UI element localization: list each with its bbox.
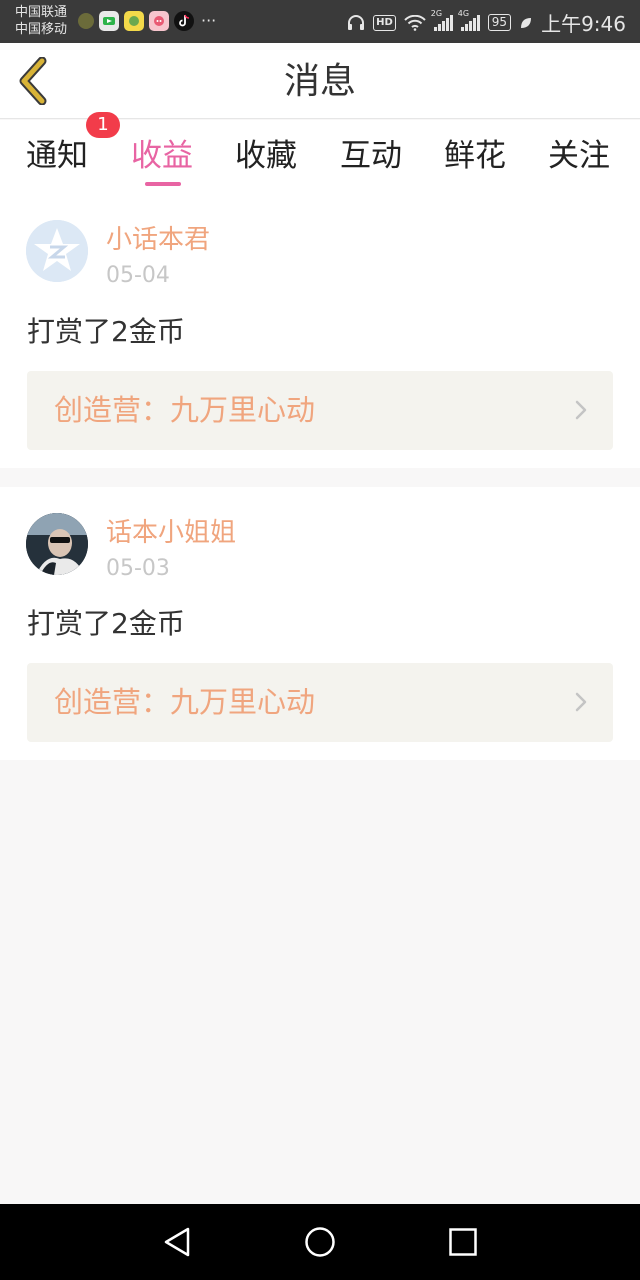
nav-recents-icon[interactable] xyxy=(447,1226,479,1258)
tab-flowers[interactable]: 鲜花 xyxy=(444,136,506,176)
notification-icons: ··· xyxy=(78,11,216,31)
status-bar: 中国联通 中国移动 ··· HD 2G 4G 95 上午9:46 xyxy=(0,0,640,43)
hd-indicator: HD xyxy=(373,14,396,31)
tab-favorites[interactable]: 收藏 xyxy=(235,136,297,176)
message-card: 话本小姐姐 05-03 打赏了2金币 创造营：九万里心动 xyxy=(0,487,640,760)
tab-earnings[interactable]: 收益 xyxy=(131,136,193,176)
more-notifications-icon: ··· xyxy=(201,11,217,30)
story-link[interactable]: 创造营：九万里心动 xyxy=(27,663,613,742)
battery-indicator: 95 xyxy=(487,14,512,31)
tab-interaction[interactable]: 互动 xyxy=(340,136,402,176)
lightbulb-icon xyxy=(78,13,94,29)
chevron-right-icon xyxy=(575,400,587,420)
wifi-icon xyxy=(404,14,426,31)
signal-2g-icon: 2G xyxy=(431,9,453,31)
message-date: 05-03 xyxy=(106,556,170,581)
nav-home-icon[interactable] xyxy=(304,1226,336,1258)
default-avatar-icon xyxy=(26,220,88,282)
page-title: 消息 xyxy=(283,61,356,102)
carrier-1: 中国联通 xyxy=(15,5,68,20)
status-indicators: HD 2G 4G 95 上午9:46 xyxy=(347,8,626,37)
system-navigation-bar xyxy=(0,1204,640,1280)
tab-notice[interactable]: 通知 xyxy=(26,136,88,176)
tab-follow[interactable]: 关注 xyxy=(548,136,610,176)
avatar[interactable] xyxy=(26,513,88,575)
user-photo-avatar-icon xyxy=(26,513,88,575)
signal-4g-icon: 4G xyxy=(458,9,480,31)
reader-app-icon xyxy=(124,11,144,31)
message-text: 打赏了2金币 xyxy=(27,607,185,640)
video-app-icon xyxy=(99,11,119,31)
sender-name[interactable]: 话本小姐姐 xyxy=(106,517,236,549)
nav-back-icon[interactable] xyxy=(162,1226,194,1258)
app-header: 消息 xyxy=(0,43,640,119)
carrier-2: 中国移动 xyxy=(15,22,68,37)
carrier-info: 中国联通 中国移动 xyxy=(15,4,67,38)
tiktok-icon xyxy=(174,11,194,31)
avatar[interactable] xyxy=(26,220,88,282)
message-date: 05-04 xyxy=(106,263,170,288)
message-card: 小话本君 05-04 打赏了2金币 创造营：九万里心动 xyxy=(0,198,640,468)
leaf-icon xyxy=(521,17,532,28)
story-link-label: 创造营：九万里心动 xyxy=(54,393,316,427)
story-link-label: 创造营：九万里心动 xyxy=(54,685,316,719)
pig-app-icon xyxy=(149,11,169,31)
active-tab-indicator xyxy=(145,182,181,186)
chevron-right-icon xyxy=(575,692,587,712)
headphones-icon xyxy=(348,14,365,30)
story-link[interactable]: 创造营：九万里心动 xyxy=(27,371,613,450)
notice-count-badge: 1 xyxy=(86,112,120,138)
clock: 上午9:46 xyxy=(541,12,626,36)
sender-name[interactable]: 小话本君 xyxy=(106,224,210,256)
message-text: 打赏了2金币 xyxy=(27,315,185,348)
